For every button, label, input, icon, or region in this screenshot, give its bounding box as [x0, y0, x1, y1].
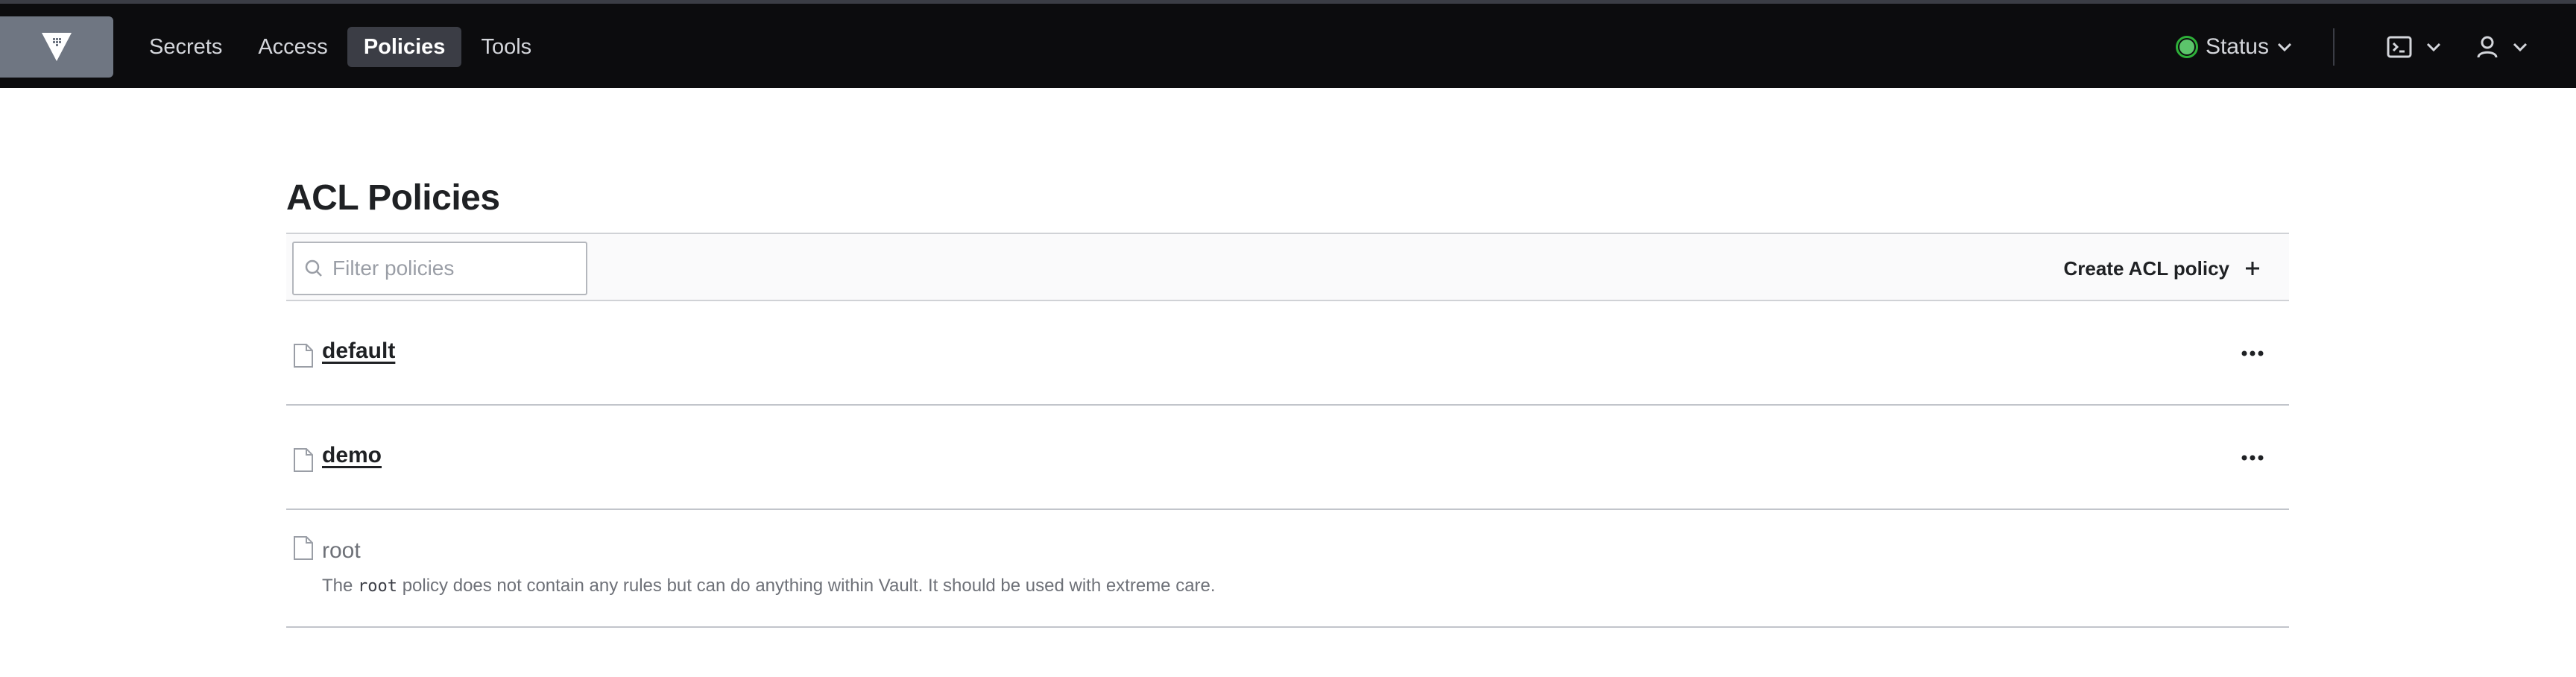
file-icon	[294, 536, 313, 560]
filter-policies-input[interactable]	[332, 256, 578, 280]
vault-logo-icon	[42, 33, 72, 61]
filter-field[interactable]	[292, 242, 587, 295]
search-icon	[305, 259, 322, 277]
policy-link-default[interactable]: default	[322, 338, 395, 364]
policy-row: default	[286, 301, 2289, 406]
nav-divider	[2333, 28, 2334, 66]
nav-right-controls: Status	[2165, 26, 2537, 68]
status-label: Status	[2205, 34, 2269, 59]
chevron-down-icon	[2426, 42, 2441, 52]
plus-icon	[2246, 262, 2259, 275]
page-title: ACL Policies	[286, 178, 500, 218]
root-policy-description: The root policy does not contain any rul…	[322, 576, 1216, 596]
policies-toolbar: Create ACL policy	[286, 233, 2289, 301]
file-icon	[294, 448, 313, 472]
create-acl-policy-button[interactable]: Create ACL policy	[2063, 249, 2261, 288]
top-navbar: Secrets Access Policies Tools Status	[0, 0, 2576, 88]
policy-row: demo	[286, 406, 2289, 510]
chevron-down-icon	[2513, 42, 2528, 52]
policy-link-demo[interactable]: demo	[322, 443, 382, 468]
terminal-icon	[2387, 36, 2412, 58]
main-nav: Secrets Access Policies Tools	[133, 26, 551, 68]
description-prefix: The	[322, 576, 353, 596]
file-icon	[294, 344, 313, 368]
user-menu-dropdown[interactable]	[2467, 27, 2537, 67]
policy-actions-menu-button[interactable]	[2235, 340, 2270, 367]
policy-actions-menu-button[interactable]	[2235, 444, 2270, 471]
status-dropdown[interactable]: Status	[2165, 27, 2303, 67]
more-horizontal-icon	[2241, 350, 2264, 356]
console-dropdown[interactable]	[2378, 27, 2451, 67]
more-horizontal-icon	[2241, 455, 2264, 461]
policy-name-root: root	[322, 538, 361, 563]
description-suffix: policy does not contain any rules but ca…	[402, 576, 1216, 596]
description-code: root	[358, 577, 398, 596]
create-acl-policy-label: Create ACL policy	[2063, 256, 2229, 280]
nav-item-tools[interactable]: Tools	[464, 27, 548, 67]
chevron-down-icon	[2277, 42, 2292, 52]
policy-row: root The root policy does not contain an…	[286, 510, 2289, 628]
nav-item-policies[interactable]: Policies	[347, 27, 462, 67]
nav-item-secrets[interactable]: Secrets	[133, 27, 239, 67]
status-indicator-icon	[2175, 36, 2198, 58]
user-icon	[2477, 36, 2498, 58]
vault-logo-button[interactable]	[0, 16, 113, 78]
nav-item-access[interactable]: Access	[242, 27, 344, 67]
